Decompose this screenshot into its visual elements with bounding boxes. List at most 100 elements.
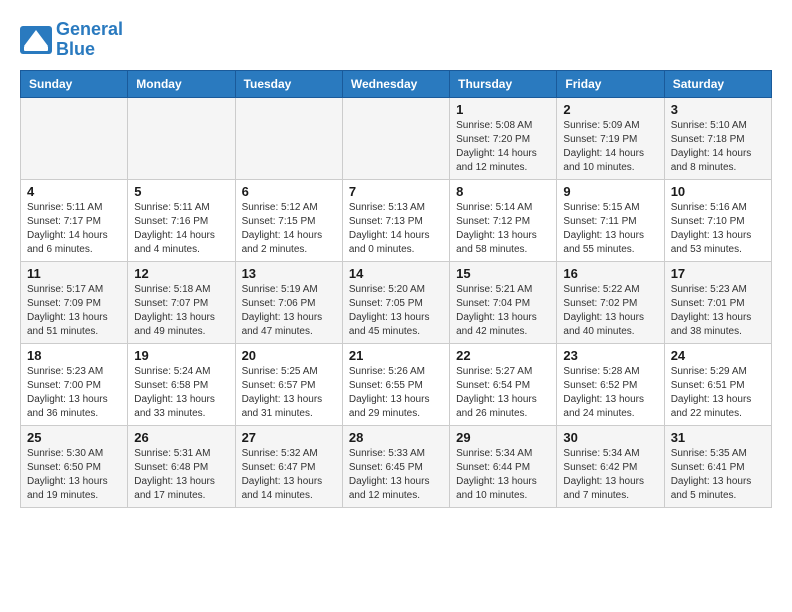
calendar-cell: 23 Sunrise: 5:28 AM Sunset: 6:52 PM Dayli… — [557, 343, 664, 425]
calendar-week-row: 11Sunrise: 5:17 AM Sunset: 7:09 PM Dayli… — [21, 261, 772, 343]
day-number: 27 — [242, 430, 336, 445]
day-info: Sunrise: 5:31 AM Sunset: 6:48 PM Dayligh… — [134, 447, 228, 503]
day-number: 24 — [671, 348, 765, 363]
day-info: Sunrise: 5:19 AM Sunset: 7:06 PM Dayligh… — [242, 283, 336, 339]
day-info: Sunrise: 5:35 AM Sunset: 6:41 PM Dayligh… — [671, 447, 765, 503]
calendar-cell: 4Sunrise: 5:11 AM Sunset: 7:17 PM Daylig… — [21, 179, 128, 261]
day-number: 17 — [671, 266, 765, 281]
day-info: Sunrise: 5:23 AM Sunset: 7:00 PM Dayligh… — [27, 365, 121, 421]
calendar-cell: 3Sunrise: 5:10 AM Sunset: 7:18 PM Daylig… — [664, 97, 771, 179]
day-info: Sunrise: 5:20 AM Sunset: 7:05 PM Dayligh… — [349, 283, 443, 339]
calendar-cell: 5 Sunrise: 5:11 AM Sunset: 7:16 PM Daylig… — [128, 179, 235, 261]
day-info: Sunrise: 5:12 AM Sunset: 7:15 PM Dayligh… — [242, 201, 336, 257]
calendar-cell — [128, 97, 235, 179]
calendar-cell: 16 Sunrise: 5:22 AM Sunset: 7:02 PM Dayli… — [557, 261, 664, 343]
day-info: Sunrise: 5:34 AM Sunset: 6:44 PM Dayligh… — [456, 447, 550, 503]
day-info: Sunrise: 5:09 AM Sunset: 7:19 PM Dayligh… — [563, 119, 657, 175]
day-number: 10 — [671, 184, 765, 199]
day-info: Sunrise: 5:32 AM Sunset: 6:47 PM Dayligh… — [242, 447, 336, 503]
calendar-cell: 19 Sunrise: 5:24 AM Sunset: 6:58 PM Dayli… — [128, 343, 235, 425]
day-info: Sunrise: 5:23 AM Sunset: 7:01 PM Dayligh… — [671, 283, 765, 339]
day-number: 28 — [349, 430, 443, 445]
weekday-header-friday: Friday — [557, 70, 664, 97]
calendar-cell: 30 Sunrise: 5:34 AM Sunset: 6:42 PM Dayli… — [557, 425, 664, 507]
weekday-header-monday: Monday — [128, 70, 235, 97]
calendar-cell: 6Sunrise: 5:12 AM Sunset: 7:15 PM Daylig… — [235, 179, 342, 261]
weekday-header-tuesday: Tuesday — [235, 70, 342, 97]
calendar-cell: 8Sunrise: 5:14 AM Sunset: 7:12 PM Daylig… — [450, 179, 557, 261]
day-info: Sunrise: 5:11 AM Sunset: 7:16 PM Dayligh… — [134, 201, 228, 257]
day-number: 7 — [349, 184, 443, 199]
calendar-cell: 12 Sunrise: 5:18 AM Sunset: 7:07 PM Dayli… — [128, 261, 235, 343]
day-number: 23 — [563, 348, 657, 363]
weekday-header-thursday: Thursday — [450, 70, 557, 97]
calendar-cell: 11Sunrise: 5:17 AM Sunset: 7:09 PM Dayli… — [21, 261, 128, 343]
day-number: 4 — [27, 184, 121, 199]
calendar-cell: 27 Sunrise: 5:32 AM Sunset: 6:47 PM Dayli… — [235, 425, 342, 507]
day-info: Sunrise: 5:13 AM Sunset: 7:13 PM Dayligh… — [349, 201, 443, 257]
day-info: Sunrise: 5:33 AM Sunset: 6:45 PM Dayligh… — [349, 447, 443, 503]
calendar-cell — [342, 97, 449, 179]
calendar-cell: 25 Sunrise: 5:30 AM Sunset: 6:50 PM Dayli… — [21, 425, 128, 507]
day-info: Sunrise: 5:21 AM Sunset: 7:04 PM Dayligh… — [456, 283, 550, 339]
calendar-cell: 7 Sunrise: 5:13 AM Sunset: 7:13 PM Daylig… — [342, 179, 449, 261]
calendar-cell: 24 Sunrise: 5:29 AM Sunset: 6:51 PM Dayli… — [664, 343, 771, 425]
weekday-header-row: SundayMondayTuesdayWednesdayThursdayFrid… — [21, 70, 772, 97]
calendar-week-row: 1 Sunrise: 5:08 AM Sunset: 7:20 PM Daylig… — [21, 97, 772, 179]
calendar-cell: 9Sunrise: 5:15 AM Sunset: 7:11 PM Daylig… — [557, 179, 664, 261]
day-info: Sunrise: 5:25 AM Sunset: 6:57 PM Dayligh… — [242, 365, 336, 421]
day-number: 5 — [134, 184, 228, 199]
day-number: 14 — [349, 266, 443, 281]
day-number: 8 — [456, 184, 550, 199]
calendar-cell — [235, 97, 342, 179]
day-number: 25 — [27, 430, 121, 445]
calendar-cell: 14 Sunrise: 5:20 AM Sunset: 7:05 PM Dayli… — [342, 261, 449, 343]
calendar-cell — [21, 97, 128, 179]
day-info: Sunrise: 5:18 AM Sunset: 7:07 PM Dayligh… — [134, 283, 228, 339]
day-number: 26 — [134, 430, 228, 445]
day-number: 11 — [27, 266, 121, 281]
day-number: 20 — [242, 348, 336, 363]
day-info: Sunrise: 5:16 AM Sunset: 7:10 PM Dayligh… — [671, 201, 765, 257]
day-number: 31 — [671, 430, 765, 445]
day-number: 15 — [456, 266, 550, 281]
logo-text: General Blue — [56, 20, 123, 60]
calendar-cell: 17 Sunrise: 5:23 AM Sunset: 7:01 PM Dayli… — [664, 261, 771, 343]
calendar-cell: 21 Sunrise: 5:26 AM Sunset: 6:55 PM Dayli… — [342, 343, 449, 425]
calendar-cell: 15 Sunrise: 5:21 AM Sunset: 7:04 PM Dayli… — [450, 261, 557, 343]
weekday-header-wednesday: Wednesday — [342, 70, 449, 97]
day-info: Sunrise: 5:08 AM Sunset: 7:20 PM Dayligh… — [456, 119, 550, 175]
day-number: 9 — [563, 184, 657, 199]
logo-icon — [20, 26, 52, 54]
calendar-week-row: 18Sunrise: 5:23 AM Sunset: 7:00 PM Dayli… — [21, 343, 772, 425]
day-info: Sunrise: 5:10 AM Sunset: 7:18 PM Dayligh… — [671, 119, 765, 175]
day-number: 22 — [456, 348, 550, 363]
day-number: 16 — [563, 266, 657, 281]
calendar-cell: 10 Sunrise: 5:16 AM Sunset: 7:10 PM Dayli… — [664, 179, 771, 261]
day-info: Sunrise: 5:22 AM Sunset: 7:02 PM Dayligh… — [563, 283, 657, 339]
day-info: Sunrise: 5:30 AM Sunset: 6:50 PM Dayligh… — [27, 447, 121, 503]
calendar-cell: 29Sunrise: 5:34 AM Sunset: 6:44 PM Dayli… — [450, 425, 557, 507]
calendar-cell: 18Sunrise: 5:23 AM Sunset: 7:00 PM Dayli… — [21, 343, 128, 425]
calendar-cell: 31 Sunrise: 5:35 AM Sunset: 6:41 PM Dayli… — [664, 425, 771, 507]
day-number: 21 — [349, 348, 443, 363]
day-info: Sunrise: 5:26 AM Sunset: 6:55 PM Dayligh… — [349, 365, 443, 421]
calendar-cell: 13 Sunrise: 5:19 AM Sunset: 7:06 PM Dayli… — [235, 261, 342, 343]
day-info: Sunrise: 5:34 AM Sunset: 6:42 PM Dayligh… — [563, 447, 657, 503]
calendar-week-row: 4Sunrise: 5:11 AM Sunset: 7:17 PM Daylig… — [21, 179, 772, 261]
calendar-cell: 26 Sunrise: 5:31 AM Sunset: 6:48 PM Dayli… — [128, 425, 235, 507]
calendar-cell: 22 Sunrise: 5:27 AM Sunset: 6:54 PM Dayli… — [450, 343, 557, 425]
calendar-cell: 2Sunrise: 5:09 AM Sunset: 7:19 PM Daylig… — [557, 97, 664, 179]
day-number: 30 — [563, 430, 657, 445]
day-number: 13 — [242, 266, 336, 281]
day-info: Sunrise: 5:29 AM Sunset: 6:51 PM Dayligh… — [671, 365, 765, 421]
day-number: 19 — [134, 348, 228, 363]
weekday-header-saturday: Saturday — [664, 70, 771, 97]
day-info: Sunrise: 5:27 AM Sunset: 6:54 PM Dayligh… — [456, 365, 550, 421]
day-info: Sunrise: 5:28 AM Sunset: 6:52 PM Dayligh… — [563, 365, 657, 421]
weekday-header-sunday: Sunday — [21, 70, 128, 97]
day-info: Sunrise: 5:24 AM Sunset: 6:58 PM Dayligh… — [134, 365, 228, 421]
calendar-cell: 1 Sunrise: 5:08 AM Sunset: 7:20 PM Daylig… — [450, 97, 557, 179]
day-number: 1 — [456, 102, 550, 117]
day-number: 12 — [134, 266, 228, 281]
